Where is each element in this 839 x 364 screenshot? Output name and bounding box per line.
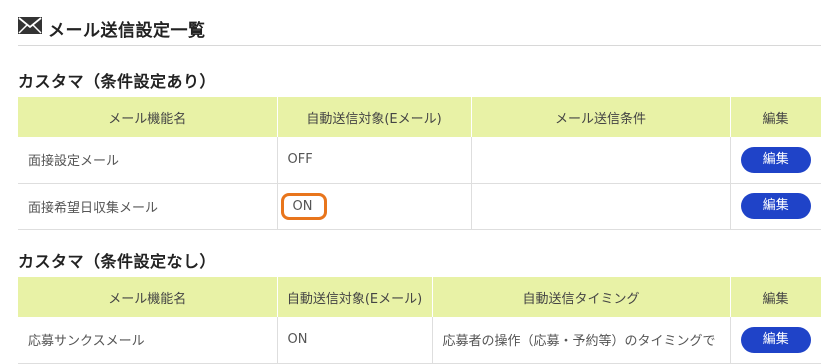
- column-header-send-timing: 自動送信タイミング: [431, 277, 731, 317]
- auto-send-status-highlighted: ON: [280, 192, 328, 220]
- send-condition-cell: [470, 137, 730, 184]
- section-title-with-conditions: カスタマ（条件設定あり）: [18, 72, 217, 91]
- column-header-send-condition: メール送信条件: [470, 97, 731, 137]
- auto-send-status: ON: [276, 317, 432, 364]
- edit-cell: 編集: [729, 317, 821, 364]
- column-header-auto-send: 自動送信対象(Eメール): [276, 277, 433, 317]
- table-row: 面接設定メール OFF 編集: [18, 137, 821, 184]
- auto-send-cell: ON: [276, 183, 471, 230]
- column-header-mail-function: メール機能名: [18, 97, 278, 137]
- edit-button[interactable]: 編集: [740, 326, 811, 353]
- edit-cell: 編集: [729, 137, 821, 184]
- table-without-conditions: メール機能名 自動送信対象(Eメール) 自動送信タイミング 編集 応募サンクスメ…: [18, 277, 822, 364]
- page-header: メール送信設定一覧: [18, 14, 821, 46]
- mail-icon: [18, 17, 42, 34]
- mail-name-cell: 応募サンクスメール: [18, 317, 277, 364]
- send-timing-cell: 応募者の操作（応募・予約等）のタイミングで: [431, 317, 730, 364]
- table-row: 応募サンクスメール ON 応募者の操作（応募・予約等）のタイミングで 編集: [18, 317, 821, 364]
- table-row: 面接希望日収集メール ON 編集: [18, 183, 821, 230]
- page-title: メール送信設定一覧: [48, 21, 206, 41]
- column-header-edit: 編集: [729, 277, 822, 317]
- edit-button[interactable]: 編集: [740, 146, 811, 173]
- send-condition-cell: [470, 183, 730, 230]
- edit-cell: 編集: [729, 183, 821, 230]
- column-header-auto-send: 自動送信対象(Eメール): [276, 97, 472, 137]
- mail-name-cell: 面接設定メール: [18, 137, 277, 184]
- edit-button[interactable]: 編集: [740, 193, 811, 219]
- mail-name-cell: 面接希望日収集メール: [18, 183, 277, 230]
- table-with-conditions: メール機能名 自動送信対象(Eメール) メール送信条件 編集 面接設定メール O…: [18, 97, 822, 230]
- auto-send-status: OFF: [276, 137, 471, 184]
- column-header-edit: 編集: [729, 97, 822, 137]
- section-title-without-conditions: カスタマ（条件設定なし）: [18, 252, 217, 271]
- column-header-mail-function: メール機能名: [18, 277, 278, 317]
